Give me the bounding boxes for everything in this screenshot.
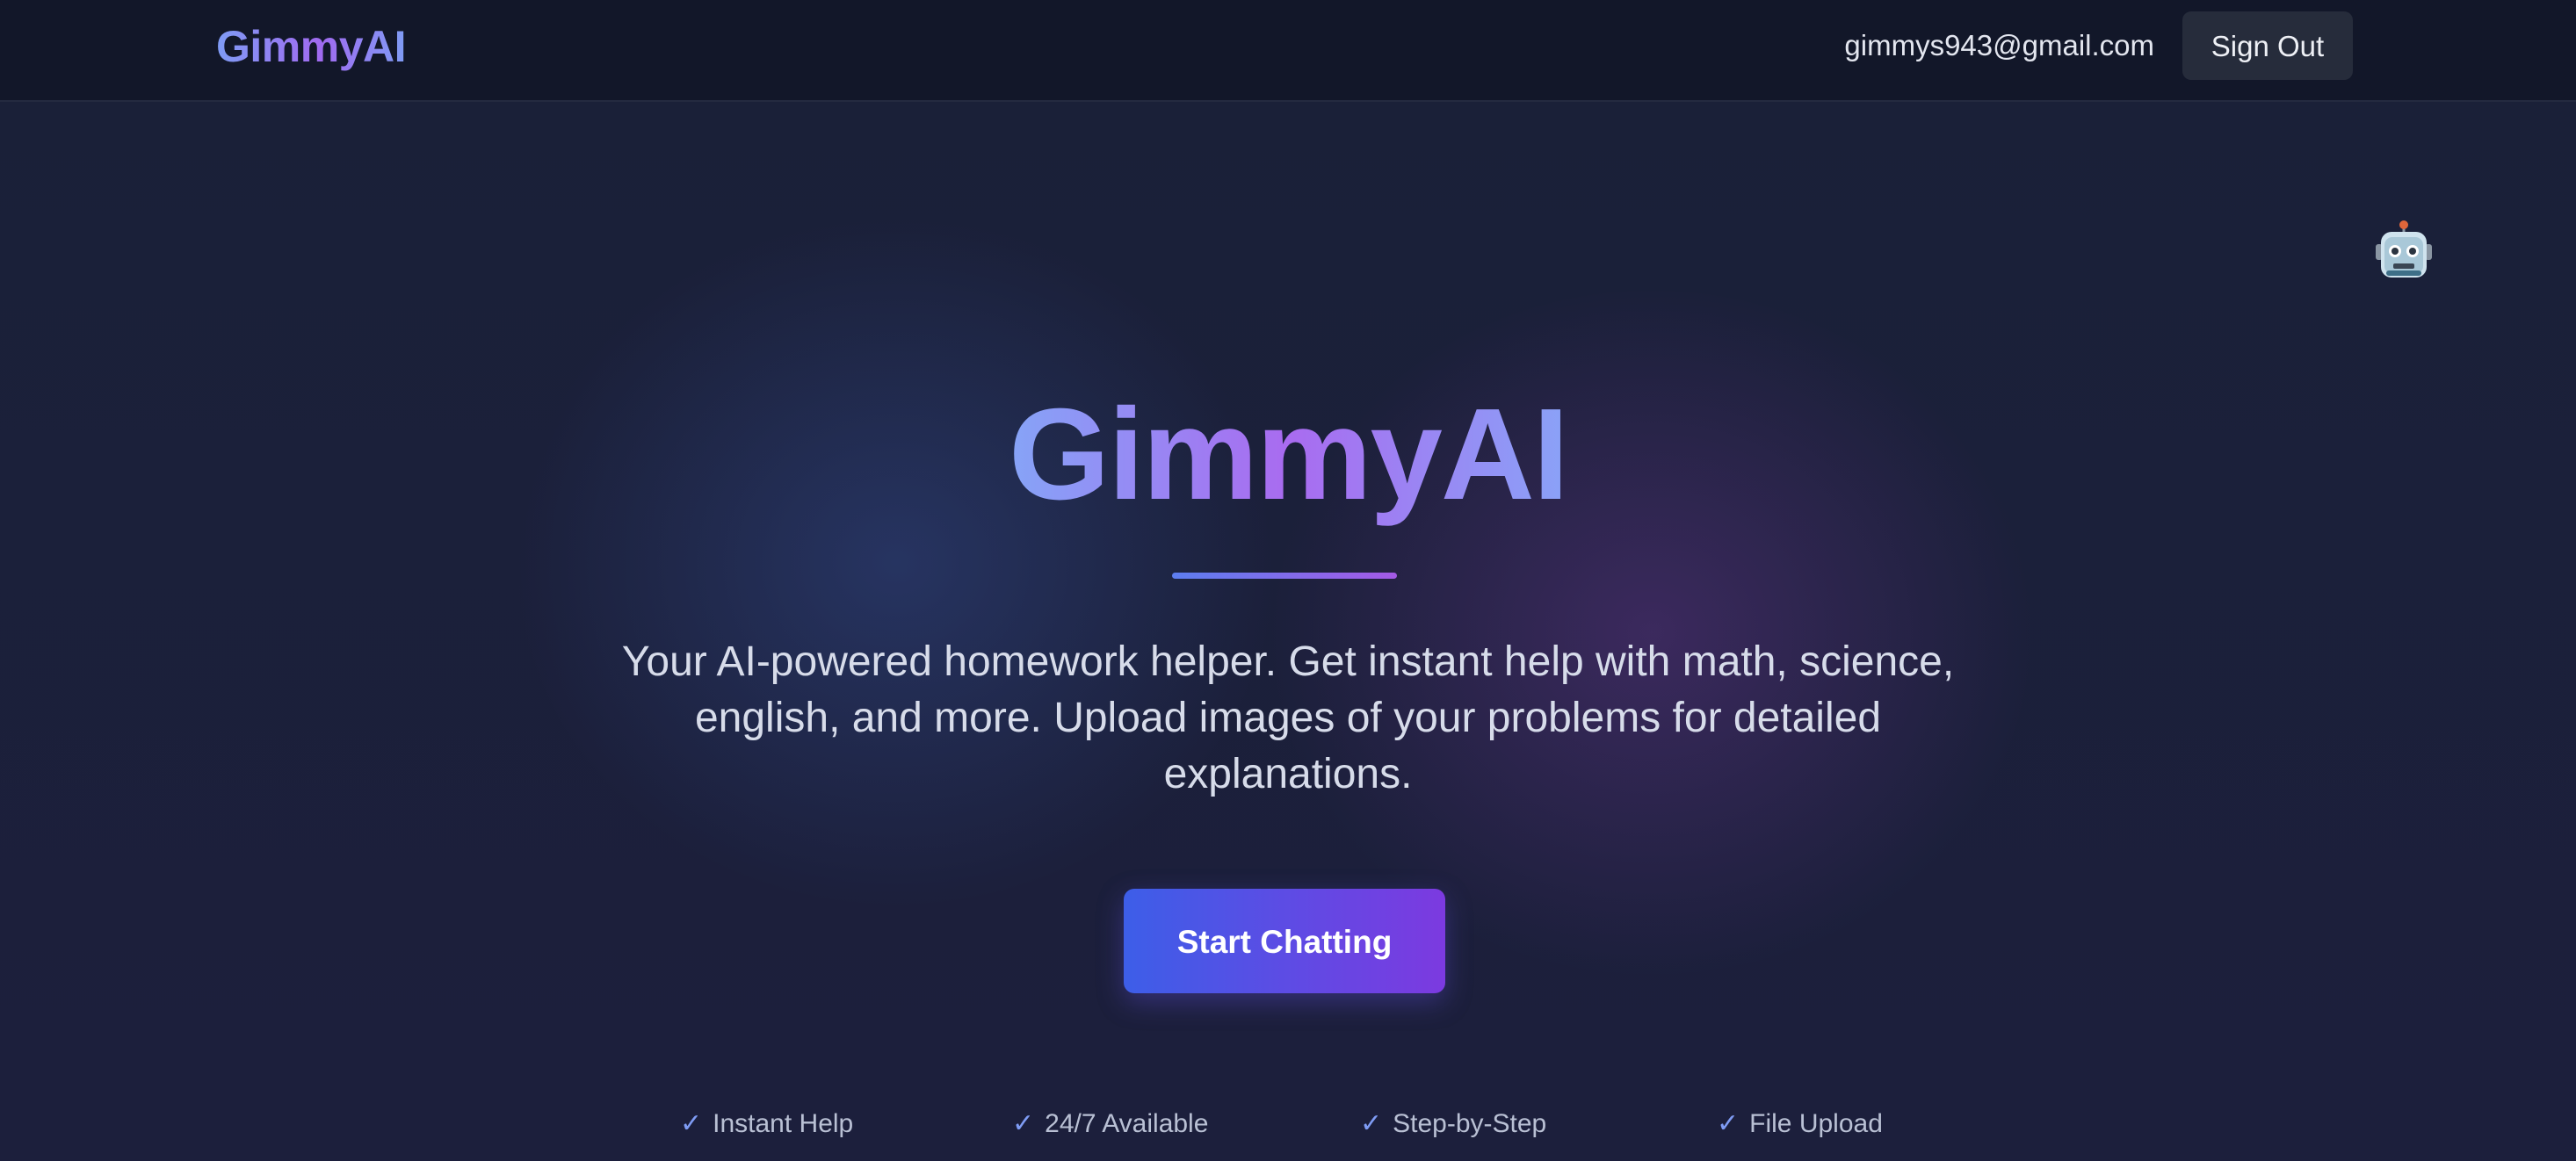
feature-label: Step-by-Step [1393, 1109, 1547, 1138]
start-chatting-button[interactable]: Start Chatting [1124, 889, 1445, 993]
feature-item-available: ✓ 24/7 Available [1012, 1105, 1208, 1143]
hero-subtitle: Your AI-powered homework helper. Get ins… [621, 638, 1955, 797]
hero-title-text: GimmyAI [1009, 382, 1569, 527]
feature-label: Instant Help [713, 1109, 854, 1138]
robot-icon [2374, 220, 2434, 283]
feature-label: File Upload [1749, 1109, 1883, 1138]
brand-logo[interactable]: GimmyAI [216, 19, 407, 74]
feature-item-instant-help: ✓ Instant Help [680, 1105, 853, 1143]
user-email: gimmys943@gmail.com [1844, 29, 2154, 61]
check-icon: ✓ [1012, 1108, 1035, 1139]
hero-title: GimmyAI [0, 376, 2576, 534]
check-icon: ✓ [1717, 1108, 1740, 1139]
hero-title-underline [1172, 573, 1397, 579]
top-navigation-bar: GimmyAI gimmys943@gmail.com Sign Out [0, 0, 2576, 102]
feature-item-step-by-step: ✓ Step-by-Step [1360, 1105, 1546, 1143]
feature-label: 24/7 Available [1045, 1109, 1209, 1138]
sign-out-button[interactable]: Sign Out [2182, 11, 2353, 80]
feature-item-file-upload: ✓ File Upload [1717, 1105, 1883, 1143]
check-icon: ✓ [1360, 1108, 1383, 1139]
page: GimmyAI gimmys943@gmail.com Sign Out Gim… [0, 0, 2576, 1161]
check-icon: ✓ [680, 1108, 703, 1139]
